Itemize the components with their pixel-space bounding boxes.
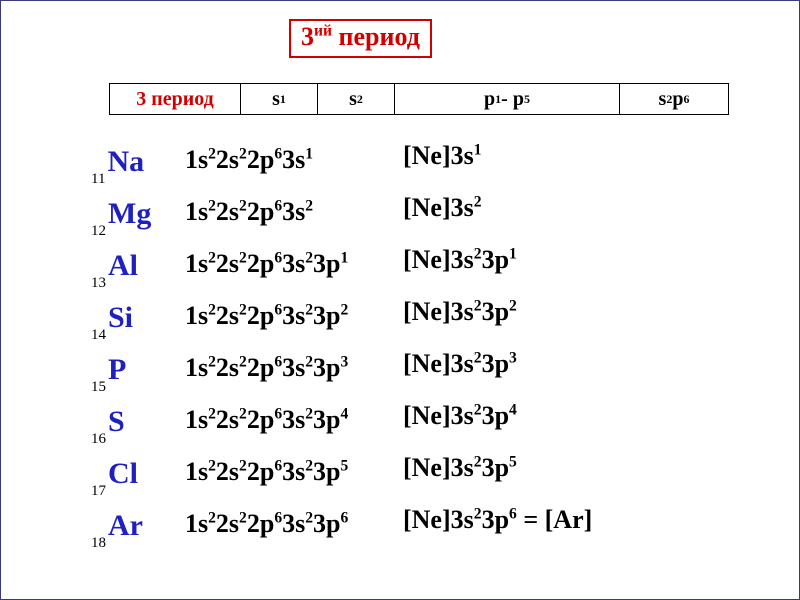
- full-configuration: 1s22s22p63s23p6: [183, 509, 350, 539]
- element-label: 15P: [91, 353, 163, 388]
- element-symbol: Si: [108, 301, 133, 334]
- element-label: 14Si: [91, 301, 163, 336]
- slide: 3ий период 3 период s1 s2 p1 - p5 s2p6 1…: [0, 0, 800, 600]
- short-configuration: [Ne]3s23p2: [399, 297, 521, 327]
- element-symbol: Al: [108, 249, 138, 282]
- header-cell-s1: s1: [241, 84, 318, 114]
- element-symbol: Mg: [108, 197, 151, 230]
- full-configuration: 1s22s22p63s23p1: [183, 249, 350, 279]
- full-configuration: 1s22s22p63s23p2: [183, 301, 350, 331]
- atomic-number: 13: [91, 275, 106, 291]
- element-row: 12Mg 1s22s22p63s2 [Ne]3s2: [91, 191, 749, 243]
- element-label: 11Na: [91, 145, 163, 180]
- element-row: 13Al 1s22s22p63s23p1 [Ne]3s23p1: [91, 243, 749, 295]
- element-label: 18Ar: [91, 509, 163, 544]
- element-row: 11Na 1s22s22p63s1 [Ne]3s1: [91, 139, 749, 191]
- element-label: 12Mg: [91, 197, 163, 232]
- element-symbol: Ar: [108, 509, 143, 542]
- short-configuration: [Ne]3s23p1: [399, 245, 521, 275]
- element-row: 14Si 1s22s22p63s23p2 [Ne]3s23p2: [91, 295, 749, 347]
- title-superscript: ий: [314, 22, 332, 39]
- page-title: 3ий период: [289, 19, 432, 58]
- title-rest: период: [332, 22, 420, 51]
- full-configuration: 1s22s22p63s23p3: [183, 353, 350, 383]
- short-configuration: [Ne]3s23p5: [399, 453, 521, 483]
- header-cell-p1-p5: p1 - p5: [395, 84, 620, 114]
- atomic-number: 18: [91, 535, 106, 551]
- element-row: 16S 1s22s22p63s23p4 [Ne]3s23p4: [91, 399, 749, 451]
- short-configuration: [Ne]3s1: [399, 141, 486, 171]
- header-cell-s2p6: s2p6: [620, 84, 728, 114]
- short-configuration: [Ne]3s23p3: [399, 349, 521, 379]
- element-symbol: P: [108, 353, 126, 386]
- element-symbol: S: [108, 405, 125, 438]
- atomic-number: 14: [91, 327, 106, 343]
- element-symbol: Na: [107, 145, 144, 178]
- element-label: 17Cl: [91, 457, 163, 492]
- element-symbol: Cl: [108, 457, 138, 490]
- element-rows: 11Na 1s22s22p63s1 [Ne]3s1 12Mg 1s22s22p63s2 […: [91, 139, 749, 581]
- short-configuration: [Ne]3s2: [399, 193, 486, 223]
- full-configuration: 1s22s22p63s23p4: [183, 405, 350, 435]
- atomic-number: 12: [91, 223, 106, 239]
- full-configuration: 1s22s22p63s1: [183, 145, 315, 175]
- full-configuration: 1s22s22p63s2: [183, 197, 315, 227]
- short-configuration: [Ne]3s23p6 = [Ar]: [399, 505, 596, 535]
- element-label: 13Al: [91, 249, 163, 284]
- header-period-label: 3 период: [110, 84, 241, 114]
- element-row: 17Cl 1s22s22p63s23p5 [Ne]3s23p5: [91, 451, 749, 503]
- title-base: 3: [301, 22, 314, 51]
- atomic-number: 11: [91, 171, 105, 187]
- atomic-number: 15: [91, 379, 106, 395]
- atomic-number: 16: [91, 431, 106, 447]
- full-configuration: 1s22s22p63s23p5: [183, 457, 350, 487]
- element-row: 15P 1s22s22p63s23p3 [Ne]3s23p3: [91, 347, 749, 399]
- element-row: 18Ar 1s22s22p63s23p6 [Ne]3s23p6 = [Ar]: [91, 503, 749, 555]
- period-header-row: 3 период s1 s2 p1 - p5 s2p6: [109, 83, 729, 115]
- header-cell-s2: s2: [318, 84, 395, 114]
- atomic-number: 17: [91, 483, 106, 499]
- element-label: 16S: [91, 405, 163, 440]
- short-configuration: [Ne]3s23p4: [399, 401, 521, 431]
